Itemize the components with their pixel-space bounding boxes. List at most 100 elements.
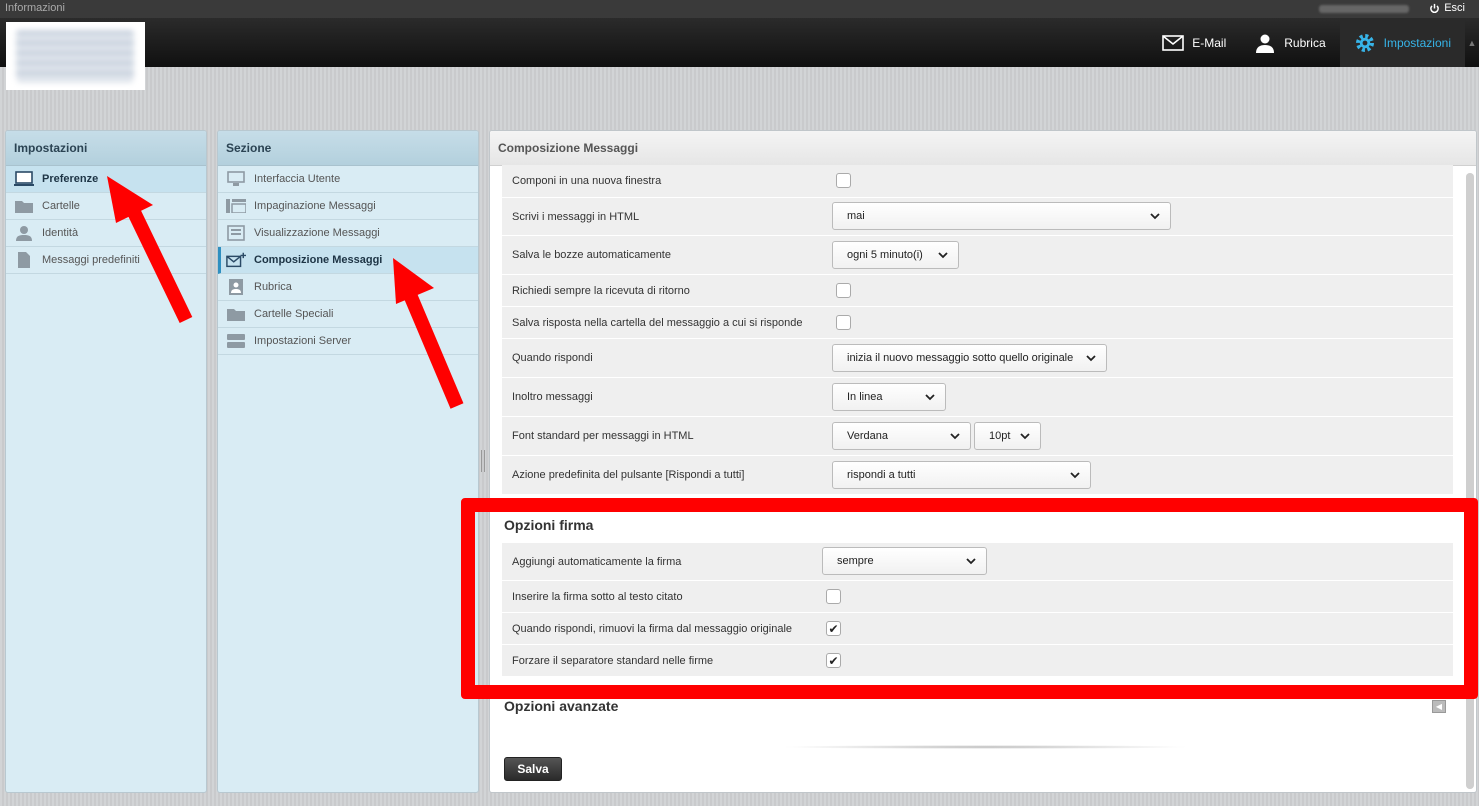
reply-mode-select[interactable]: inizia il nuovo messaggio sotto quello o… bbox=[832, 344, 1107, 372]
folder-icon bbox=[226, 306, 246, 322]
settings-item-preferenze[interactable]: Preferenze bbox=[6, 166, 206, 193]
gear-icon bbox=[1354, 32, 1376, 54]
scrollbar[interactable] bbox=[1466, 173, 1474, 789]
row-label: Componi in una nuova finestra bbox=[512, 175, 662, 187]
section-item-impaginazione-messaggi[interactable]: Impaginazione Messaggi bbox=[218, 193, 478, 220]
logout-button[interactable]: Esci bbox=[1429, 0, 1465, 17]
document-icon bbox=[14, 252, 34, 268]
info-link[interactable]: Informazioni bbox=[5, 0, 65, 17]
signature-auto-select[interactable]: sempre bbox=[822, 547, 987, 575]
signature-strip-checkbox[interactable]: ✔ bbox=[826, 621, 841, 636]
row-label: Richiedi sempre la ricevuta di ritorno bbox=[512, 284, 690, 297]
nav-expand-toggle[interactable]: ▲ bbox=[1465, 18, 1479, 67]
save-button[interactable]: Salva bbox=[504, 757, 562, 781]
nav-impostazioni[interactable]: Impostazioni bbox=[1339, 18, 1465, 67]
compose-icon bbox=[226, 252, 246, 268]
forward-select[interactable]: In linea bbox=[832, 383, 946, 411]
row-label: Quando rispondi bbox=[512, 352, 593, 364]
advanced-section-title[interactable]: Opzioni avanzate bbox=[504, 698, 618, 714]
select-value: Verdana bbox=[847, 430, 888, 442]
chevron-down-icon bbox=[938, 252, 948, 259]
envelope-icon bbox=[1162, 32, 1185, 54]
drafts-select[interactable]: ogni 5 minuto(i) bbox=[832, 241, 959, 269]
select-value: sempre bbox=[837, 555, 874, 567]
triangle-left-icon: ◀ bbox=[1435, 702, 1443, 711]
settings-item-label: Cartelle bbox=[42, 200, 80, 212]
person-icon bbox=[1254, 32, 1276, 54]
checkmark-icon: ✔ bbox=[828, 621, 839, 636]
select-value: ogni 5 minuto(i) bbox=[847, 249, 923, 261]
nav-rubrica[interactable]: Rubrica bbox=[1240, 18, 1339, 67]
nav-impostazioni-label: Impostazioni bbox=[1383, 35, 1451, 50]
chevron-down-icon bbox=[966, 558, 976, 565]
server-icon bbox=[226, 333, 246, 349]
reply-all-select[interactable]: rispondi a tutti bbox=[832, 461, 1091, 489]
chevron-down-icon bbox=[1070, 472, 1080, 479]
row-signature-separator: Forzare il separatore standard nelle fir… bbox=[502, 645, 1453, 677]
row-html: Scrivi i messaggi in HTML mai bbox=[502, 198, 1453, 236]
settings-item-messaggi-predefiniti[interactable]: Messaggi predefiniti bbox=[6, 247, 206, 274]
section-item-label: Impostazioni Server bbox=[254, 335, 352, 347]
section-item-cartelle-speciali[interactable]: Cartelle Speciali bbox=[218, 301, 478, 328]
settings-item-label: Identità bbox=[42, 227, 79, 239]
row-label: Salva risposta nella cartella del messag… bbox=[512, 316, 803, 329]
save-reply-checkbox[interactable] bbox=[836, 315, 851, 330]
html-select[interactable]: mai bbox=[832, 202, 1171, 230]
person-icon bbox=[14, 225, 34, 241]
logo bbox=[6, 22, 145, 90]
row-reply-all: Azione predefinita del pulsante [Rispond… bbox=[502, 456, 1453, 495]
row-new-window: Componi in una nuova finestra bbox=[502, 165, 1453, 198]
section-item-visualizzazione-messaggi[interactable]: Visualizzazione Messaggi bbox=[218, 220, 478, 247]
select-value: 10pt bbox=[989, 430, 1011, 442]
main-panel-title: Composizione Messaggi bbox=[490, 131, 1476, 166]
chevron-down-icon bbox=[1086, 355, 1096, 362]
power-icon bbox=[1430, 3, 1440, 14]
address-book-icon bbox=[226, 279, 246, 295]
signature-section-title: Opzioni firma bbox=[504, 517, 594, 533]
section-item-label: Interfaccia Utente bbox=[254, 173, 341, 185]
layout-icon bbox=[226, 198, 246, 214]
row-signature-strip: Quando rispondi, rimuovi la firma dal me… bbox=[502, 613, 1453, 645]
row-forward: Inoltro messaggi In linea bbox=[502, 378, 1453, 417]
section-item-composizione-messaggi[interactable]: Composizione Messaggi bbox=[218, 247, 478, 274]
signature-below-quote-checkbox[interactable] bbox=[826, 589, 841, 604]
select-value: inizia il nuovo messaggio sotto quello o… bbox=[847, 352, 1074, 364]
nav-email[interactable]: E-Mail bbox=[1148, 18, 1240, 67]
chevron-down-icon bbox=[950, 433, 960, 440]
select-value: In linea bbox=[847, 391, 883, 403]
section-item-label: Visualizzazione Messaggi bbox=[254, 227, 380, 239]
section-item-impostazioni-server[interactable]: Impostazioni Server bbox=[218, 328, 478, 355]
row-save-reply: Salva risposta nella cartella del messag… bbox=[502, 307, 1453, 339]
font-family-select[interactable]: Verdana bbox=[832, 422, 971, 450]
row-drafts: Salva le bozze automaticamente ogni 5 mi… bbox=[502, 236, 1453, 275]
monitor-icon bbox=[14, 171, 34, 187]
section-item-label: Composizione Messaggi bbox=[254, 254, 383, 266]
collapse-toggle[interactable]: ◀ bbox=[1432, 700, 1446, 713]
chevron-down-icon bbox=[925, 394, 935, 401]
row-label: Inoltro messaggi bbox=[512, 391, 593, 403]
row-signature-below-quote: Inserire la firma sotto al testo citato bbox=[502, 581, 1453, 613]
settings-item-identita[interactable]: Identità bbox=[6, 220, 206, 247]
nav-email-label: E-Mail bbox=[1192, 35, 1227, 50]
top-info-bar: Informazioni Esci bbox=[0, 0, 1479, 18]
settings-item-cartelle[interactable]: Cartelle bbox=[6, 193, 206, 220]
top-navigation: E-Mail Rubrica Impostazioni ▲ bbox=[1148, 18, 1479, 67]
new-window-checkbox[interactable] bbox=[836, 173, 851, 188]
row-label: Azione predefinita del pulsante [Rispond… bbox=[512, 469, 745, 481]
settings-panel: Impostazioni Preferenze Cartelle Identit… bbox=[5, 130, 207, 793]
row-label: Forzare il separatore standard nelle fir… bbox=[512, 654, 714, 667]
section-item-interfaccia-utente[interactable]: Interfaccia Utente bbox=[218, 166, 478, 193]
row-label: Aggiungi automaticamente la firma bbox=[512, 555, 682, 568]
monitor-icon bbox=[226, 171, 246, 187]
chevron-down-icon bbox=[1020, 433, 1030, 440]
panel-splitter[interactable] bbox=[481, 450, 485, 472]
settings-item-label: Preferenze bbox=[42, 173, 99, 185]
receipt-checkbox[interactable] bbox=[836, 283, 851, 298]
signature-separator-checkbox[interactable]: ✔ bbox=[826, 653, 841, 668]
section-panel: Sezione Interfaccia Utente Impaginazione… bbox=[217, 130, 479, 793]
section-item-rubrica[interactable]: Rubrica bbox=[218, 274, 478, 301]
select-value: mai bbox=[847, 210, 865, 222]
section-item-label: Rubrica bbox=[254, 281, 292, 293]
font-size-select[interactable]: 10pt bbox=[974, 422, 1041, 450]
row-signature-auto: Aggiungi automaticamente la firma sempre bbox=[502, 543, 1453, 581]
